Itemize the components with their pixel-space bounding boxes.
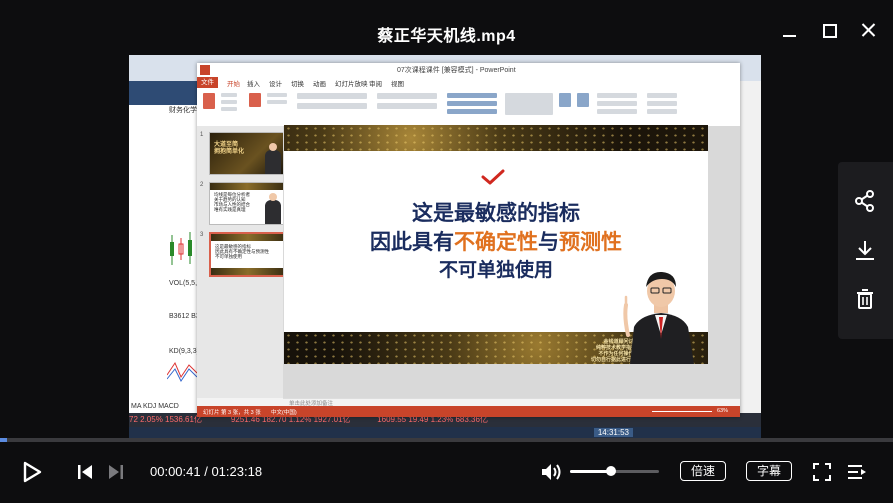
- side-label: MA KDJ MACD: [131, 403, 179, 410]
- zoom-level: 63%: [717, 408, 729, 414]
- powerpoint-logo-icon: [200, 65, 210, 75]
- delete-button[interactable]: [838, 274, 893, 324]
- ppt-tab-view: 视图: [391, 81, 404, 88]
- ppt-ribbon-tabs: 文件 开始 插入 设计 切换 动画 幻灯片放映 审阅 视图: [197, 77, 740, 88]
- ppt-window-title: 07次课程课件 [兼容模式] - PowerPoint: [397, 67, 516, 74]
- slide-thumbnail-2[interactable]: 均线是每位分析者 关于趋势的认知 市场与人性的结合 唯有实践是真理: [209, 182, 285, 225]
- ppt-tab-animations: 动画: [313, 81, 326, 88]
- volume-slider[interactable]: [570, 466, 659, 476]
- checkmark-icon: [481, 169, 505, 185]
- quick-styles-icon: [577, 93, 589, 107]
- presenter-figure: [265, 193, 281, 224]
- volume-level: [570, 470, 611, 473]
- thumb-text: 这是最敏感的指标 因此具有不确定性与预测性 不可单独使用: [215, 244, 269, 259]
- download-button[interactable]: [838, 225, 893, 275]
- taskbar-clock: 14:31:53: [593, 428, 633, 437]
- kd-line-icon: [167, 361, 197, 382]
- slide-number: 1: [200, 132, 204, 138]
- playlist-icon[interactable]: [847, 463, 867, 481]
- ppt-tab-review: 审阅: [369, 81, 382, 88]
- slide-counter: 幻灯片 第 3 张，共 3 张: [203, 410, 261, 416]
- ppt-ribbon: [197, 88, 740, 127]
- maximize-button[interactable]: [818, 18, 842, 42]
- subtitles-button[interactable]: 字幕: [746, 461, 792, 481]
- ppt-status-bar: 幻灯片 第 3 张，共 3 张 中文(中国) 63%: [197, 406, 740, 417]
- shapes-gallery-icon: [505, 93, 553, 115]
- presenter-figure: [265, 143, 281, 174]
- fullscreen-icon[interactable]: [813, 463, 831, 481]
- slide-headline-2: 因此具有不确定性与预测性: [370, 230, 622, 254]
- slide-number: 3: [200, 232, 204, 238]
- playback-speed-button[interactable]: 倍速: [680, 461, 726, 481]
- ppt-tab-slideshow: 幻灯片放映: [335, 81, 368, 88]
- title-bar: 蔡正华天机线.mp4: [0, 0, 893, 56]
- slide-thumbnail-pane: 1 大道至简 拥抱简单化 2 均线是每位分析者 关于趋势的认知 市场与人性的结合…: [197, 126, 287, 398]
- volume-icon[interactable]: [540, 462, 562, 482]
- window-title: 蔡正华天机线.mp4: [377, 28, 516, 45]
- slide-number: 2: [200, 182, 204, 188]
- ppt-tab-home: 开始: [227, 81, 240, 88]
- ppt-tab-file: 文件: [197, 77, 218, 88]
- time-display: 00:00:41 / 01:23:18: [150, 464, 263, 479]
- presenter-photo: [623, 271, 694, 364]
- ppt-titlebar: 07次课程课件 [兼容模式] - PowerPoint: [197, 63, 740, 78]
- powerpoint-window: 07次课程课件 [兼容模式] - PowerPoint 文件 开始 插入 设计 …: [197, 63, 740, 417]
- ppt-tab-transitions: 切换: [291, 81, 304, 88]
- next-button[interactable]: [108, 464, 124, 480]
- duration: 01:23:18: [211, 464, 263, 479]
- share-icon: [855, 190, 874, 212]
- arrange-icon: [559, 93, 571, 107]
- share-button[interactable]: [838, 176, 893, 226]
- play-button[interactable]: [22, 461, 42, 483]
- volume-knob[interactable]: [605, 466, 616, 476]
- zoom-slider[interactable]: [652, 411, 712, 412]
- slide-headline-1: 这是最敏感的指标: [412, 201, 580, 225]
- current-slide: 这是最敏感的指标 因此具有不确定性与预测性 不可单独使用 金钱道顾问讨论 纯粹技…: [284, 125, 708, 364]
- ticker-item: 72 2.05% 1536.61亿: [129, 415, 202, 424]
- thumb-text: 大道至简 拥抱简单化: [214, 142, 245, 155]
- slide-thumbnail-1[interactable]: 大道至简 拥抱简单化: [209, 132, 285, 175]
- paste-icon: [203, 93, 215, 109]
- current-time: 00:00:41: [150, 464, 201, 479]
- minimize-button[interactable]: [778, 18, 802, 42]
- side-label: KD(9,3,3): [169, 348, 199, 355]
- slide-thumbnail-3[interactable]: 这是最敏感的指标 因此具有不确定性与预测性 不可单独使用: [209, 232, 287, 277]
- close-button[interactable]: [857, 18, 881, 42]
- player-controls: 00:00:41 / 01:23:18 倍速 字幕: [0, 442, 893, 503]
- ppt-tab-design: 设计: [269, 81, 282, 88]
- ppt-tab-insert: 插入: [247, 81, 260, 88]
- new-slide-icon: [249, 93, 261, 107]
- thumb-text: 均线是每位分析者 关于趋势的认知 市场与人性的结合 唯有实践是真理: [214, 192, 250, 212]
- trash-icon: [857, 289, 873, 309]
- candlestick-icon: [170, 232, 192, 265]
- side-action-panel: [838, 162, 893, 339]
- download-icon: [856, 241, 874, 260]
- language-indicator: 中文(中国): [271, 410, 297, 416]
- gold-banner-top: [284, 125, 708, 151]
- previous-button[interactable]: [77, 464, 93, 480]
- video-frame[interactable]: 财务化学 1 VOL(5,5,20) B3612 B36 KD(9,3,3) M…: [129, 55, 761, 440]
